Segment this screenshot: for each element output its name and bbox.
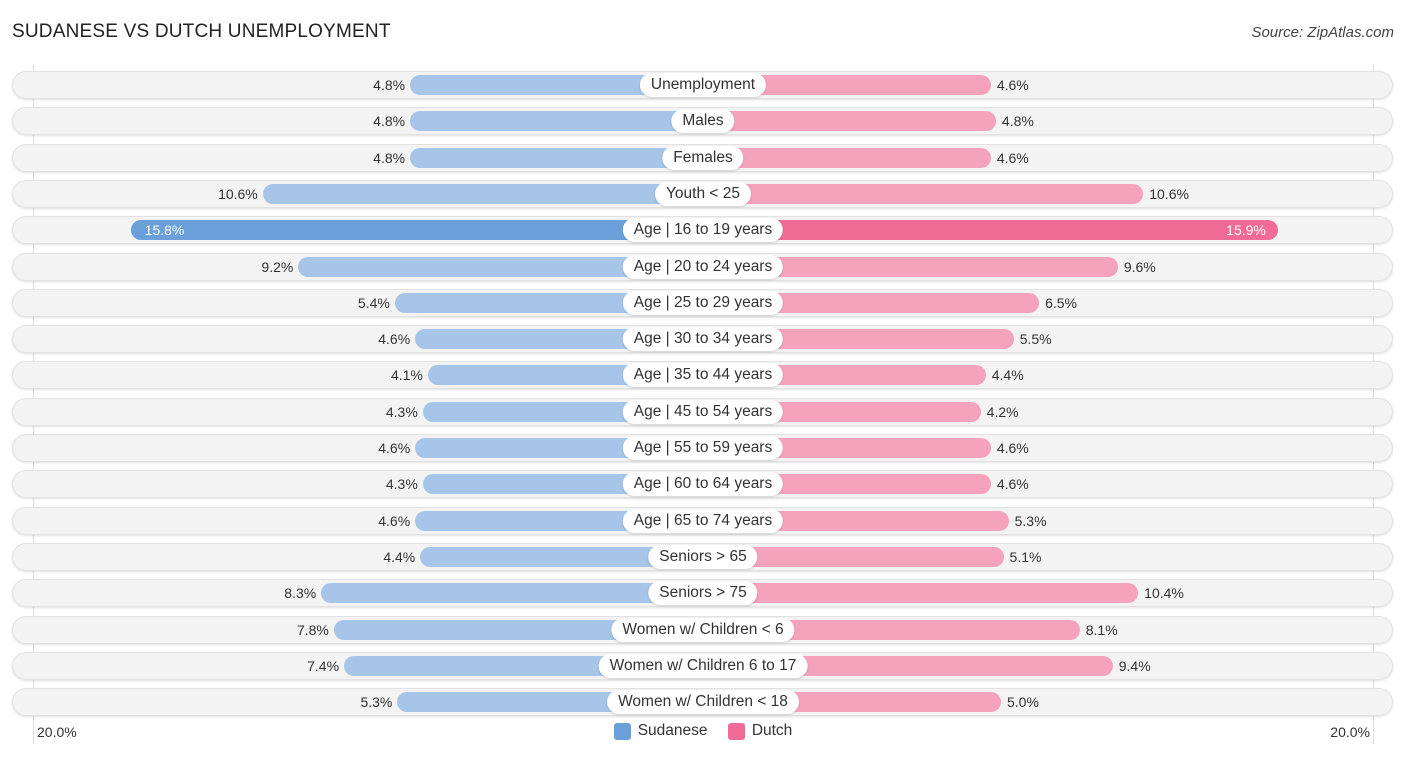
bar-dutch[interactable] [703,111,996,132]
value-label-sudanese: 7.8% [296,621,329,638]
value-label-dutch: 4.4% [991,367,1024,384]
legend-swatch-sudanese [613,722,631,740]
bar-dutch[interactable] [703,583,1139,604]
value-label-dutch: 15.9% [1226,222,1266,239]
bar-sudanese[interactable] [410,111,703,132]
value-label-sudanese: 4.3% [385,476,418,493]
category-label: Females [662,145,744,170]
source-label: Source: ZipAtlas.com [1251,24,1394,41]
bar-dutch[interactable] [703,220,1278,241]
value-label-dutch: 9.6% [1123,258,1156,275]
bar-dutch[interactable] [703,183,1144,204]
value-label-dutch: 4.6% [996,440,1029,456]
category-label: Age | 65 to 74 years [622,508,784,533]
value-label-sudanese: 8.3% [284,585,317,602]
value-label-sudanese: 4.1% [390,367,423,384]
legend: Sudanese Dutch [0,722,1406,745]
legend-label-dutch: Dutch [751,722,793,739]
value-label-dutch: 5.0% [1007,694,1039,711]
bar-sudanese[interactable] [130,220,703,241]
value-label-sudanese: 4.8% [373,77,406,93]
category-label: Age | 45 to 54 years [622,399,784,424]
category-label: Age | 20 to 24 years [622,254,784,279]
value-label-sudanese: 4.8% [373,149,406,166]
value-label-dutch: 4.8% [1001,113,1034,130]
legend-item-dutch[interactable]: Dutch [727,722,793,740]
value-label-sudanese: 10.6% [218,185,258,202]
bar-sudanese[interactable] [262,183,703,204]
category-label: Age | 55 to 59 years [622,436,784,460]
value-label-dutch: 4.6% [996,149,1029,166]
value-label-sudanese: 5.3% [360,694,393,711]
category-label: Age | 30 to 34 years [622,327,784,352]
category-label: Women w/ Children < 6 [611,617,795,642]
category-label: Males [671,109,735,134]
category-label: Age | 60 to 64 years [622,472,784,497]
bar-sudanese[interactable] [410,147,703,168]
value-label-sudanese: 4.6% [378,512,411,529]
bar-dutch[interactable] [703,147,991,168]
value-label-dutch: 5.1% [1009,548,1042,565]
category-label: Age | 35 to 44 years [622,363,784,388]
value-label-dutch: 8.1% [1085,621,1118,638]
value-label-sudanese: 15.8% [144,222,185,239]
value-label-sudanese: 7.4% [307,657,340,674]
value-label-dutch: 6.5% [1045,294,1078,311]
category-label: Age | 25 to 29 years [622,290,784,315]
value-label-dutch: 4.6% [996,77,1029,93]
legend-label-sudanese: Sudanese [637,722,708,739]
bar-sudanese[interactable] [321,583,703,604]
value-label-dutch: 10.6% [1149,185,1189,202]
category-label: Age | 16 to 19 years [622,218,784,243]
chart-title: SUDANESE VS DUTCH UNEMPLOYMENT [12,21,391,42]
value-label-sudanese: 4.3% [385,403,418,420]
legend-swatch-dutch [727,722,745,740]
category-label: Youth < 25 [655,181,751,206]
category-label: Women w/ Children < 18 [607,690,799,715]
value-label-dutch: 5.3% [1014,512,1047,529]
category-label: Seniors > 65 [648,544,758,569]
value-label-dutch: 10.4% [1144,585,1184,602]
value-label-dutch: 9.4% [1118,657,1151,674]
category-label: Unemployment [639,73,767,97]
value-label-dutch: 4.2% [986,403,1019,420]
value-label-sudanese: 4.6% [378,440,411,456]
value-label-dutch: 4.6% [996,476,1029,493]
value-label-sudanese: 4.4% [383,548,416,565]
category-label: Women w/ Children 6 to 17 [598,653,808,678]
legend-item-sudanese[interactable]: Sudanese [613,722,708,740]
value-label-sudanese: 5.4% [357,294,390,311]
value-label-dutch: 5.5% [1019,331,1052,348]
value-label-sudanese: 4.8% [373,113,406,130]
category-label: Seniors > 75 [648,581,758,606]
value-label-sudanese: 9.2% [261,258,294,275]
value-label-sudanese: 4.6% [378,331,411,348]
